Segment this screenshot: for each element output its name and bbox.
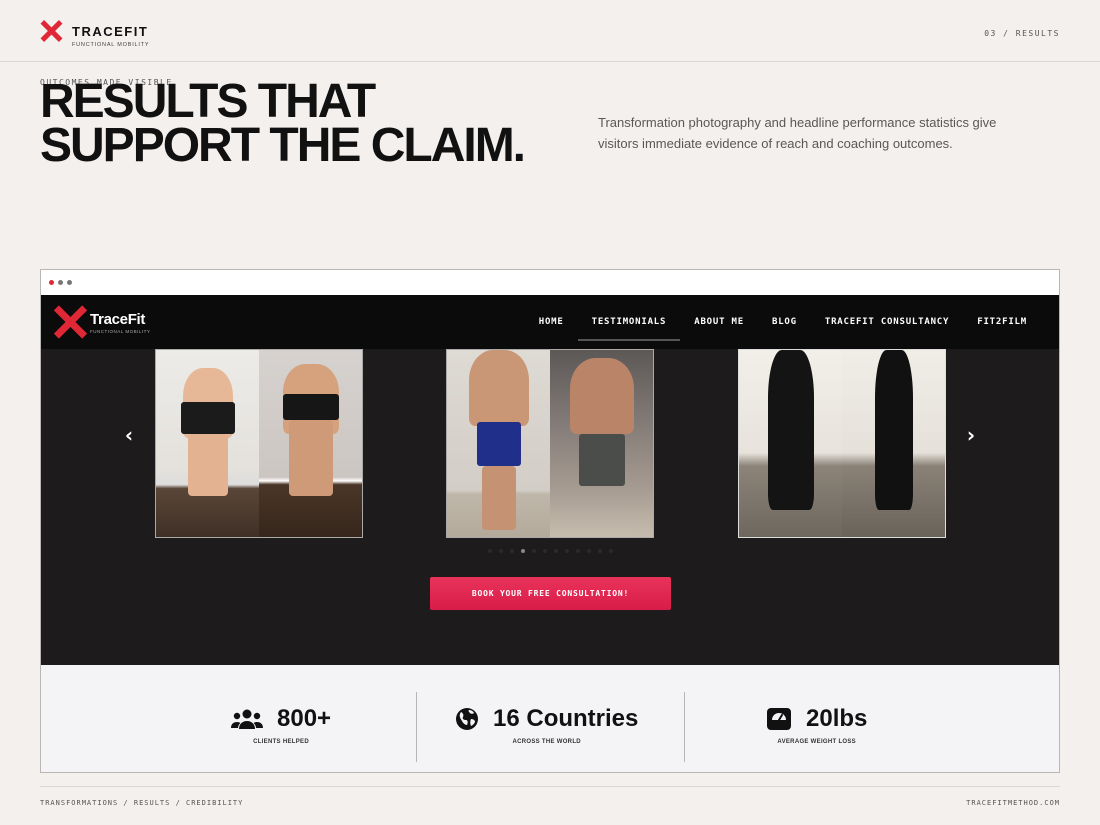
stats-bar: 800+ CLIENTS HELPED 16 Countries ACROSS …	[41, 665, 1059, 772]
x-logo-icon	[40, 20, 62, 42]
carousel-dot[interactable]	[597, 549, 602, 553]
carousel-dot[interactable]	[509, 549, 514, 553]
title-line-2: SUPPORT THE CLAIM.	[40, 119, 526, 172]
book-consultation-button[interactable]: BOOK YOUR FREE CONSULTATION!	[430, 577, 671, 610]
stat-weight: 20lbs AVERAGE WEIGHT LOSS	[766, 705, 867, 745]
stat-value: 800+	[277, 705, 332, 732]
header-divider	[0, 61, 1100, 62]
carousel-dot[interactable]	[553, 549, 558, 553]
carousel-dot[interactable]	[586, 549, 591, 553]
chevron-left-icon[interactable]: ‹	[119, 423, 139, 447]
x-logo-icon	[53, 305, 87, 339]
stat-countries: 16 Countries ACROSS THE WORLD	[455, 705, 638, 745]
footer-breadcrumb: TRANSFORMATIONS / RESULTS / CREDIBILITY	[40, 799, 244, 807]
users-icon	[231, 709, 263, 729]
testimonial-carousel: ‹ ›	[41, 349, 1059, 553]
website-viewport: TraceFit FUNCTIONAL MOBILITY HOME TESTIM…	[41, 295, 1059, 665]
carousel-dot[interactable]	[531, 549, 536, 553]
intro-description: Transformation photography and headline …	[598, 115, 997, 151]
site-menu: HOME TESTIMONIALS ABOUT ME BLOG TRACEFIT…	[525, 309, 1041, 341]
stat-clients: 800+ CLIENTS HELPED	[231, 705, 331, 745]
nav-fit2film[interactable]: FIT2FILM	[963, 309, 1041, 335]
after-photo	[259, 350, 362, 537]
brand-logo: TRACEFIT FUNCTIONAL MOBILITY	[40, 20, 149, 48]
site-logo-sub: FUNCTIONAL MOBILITY	[90, 328, 151, 334]
transformation-photo[interactable]	[155, 349, 363, 538]
brand-subtitle: FUNCTIONAL MOBILITY	[72, 42, 150, 48]
carousel-dot[interactable]	[575, 549, 580, 553]
stat-divider	[416, 692, 417, 762]
carousel-pagination	[41, 549, 1059, 553]
scale-icon	[767, 708, 791, 730]
before-photo	[156, 350, 259, 537]
after-photo	[842, 350, 945, 537]
nav-testimonials[interactable]: TESTIMONIALS	[577, 309, 681, 341]
stat-caption: AVERAGE WEIGHT LOSS	[777, 739, 856, 745]
browser-chrome	[41, 270, 1059, 295]
stat-caption: CLIENTS HELPED	[253, 739, 309, 745]
transformation-photo[interactable]	[446, 349, 654, 538]
nav-about-me[interactable]: ABOUT ME	[680, 309, 758, 335]
site-navbar: TraceFit FUNCTIONAL MOBILITY HOME TESTIM…	[41, 295, 1059, 349]
carousel-dot[interactable]	[608, 549, 613, 553]
carousel-dot[interactable]	[564, 549, 569, 553]
carousel-dot[interactable]	[498, 549, 503, 553]
carousel-dot[interactable]	[487, 549, 492, 553]
footer-divider	[40, 786, 1060, 787]
page-title: RESULTS THAT SUPPORT THE CLAIM.	[40, 78, 560, 170]
carousel-dot[interactable]	[542, 549, 547, 553]
window-minimize-dot[interactable]	[58, 280, 63, 285]
stat-value: 16 Countries	[493, 705, 639, 732]
footer-url[interactable]: TRACEFITMETHOD.COM	[966, 799, 1060, 807]
stat-caption: ACROSS THE WORLD	[512, 739, 581, 745]
transformation-photo[interactable]	[738, 349, 946, 538]
browser-mockup: TraceFit FUNCTIONAL MOBILITY HOME TESTIM…	[40, 269, 1060, 773]
site-logo-text: TraceFit	[90, 310, 146, 328]
chevron-right-icon[interactable]: ›	[961, 423, 981, 447]
page-number: 03 / RESULTS	[984, 29, 1060, 38]
window-close-dot[interactable]	[49, 280, 54, 285]
stat-divider	[684, 692, 685, 762]
carousel-dot[interactable]	[520, 549, 525, 553]
window-maximize-dot[interactable]	[67, 280, 72, 285]
nav-tracefit-consultancy[interactable]: TRACEFIT CONSULTANCY	[811, 309, 963, 335]
before-photo	[447, 350, 550, 537]
nav-blog[interactable]: BLOG	[758, 309, 811, 335]
before-photo	[739, 350, 842, 537]
globe-icon	[456, 708, 478, 730]
stat-value: 20lbs	[806, 705, 868, 732]
site-logo[interactable]: TraceFit FUNCTIONAL MOBILITY	[53, 305, 150, 339]
brand-name: TRACEFIT	[72, 24, 149, 39]
after-photo	[550, 350, 653, 537]
nav-home[interactable]: HOME	[525, 309, 578, 335]
